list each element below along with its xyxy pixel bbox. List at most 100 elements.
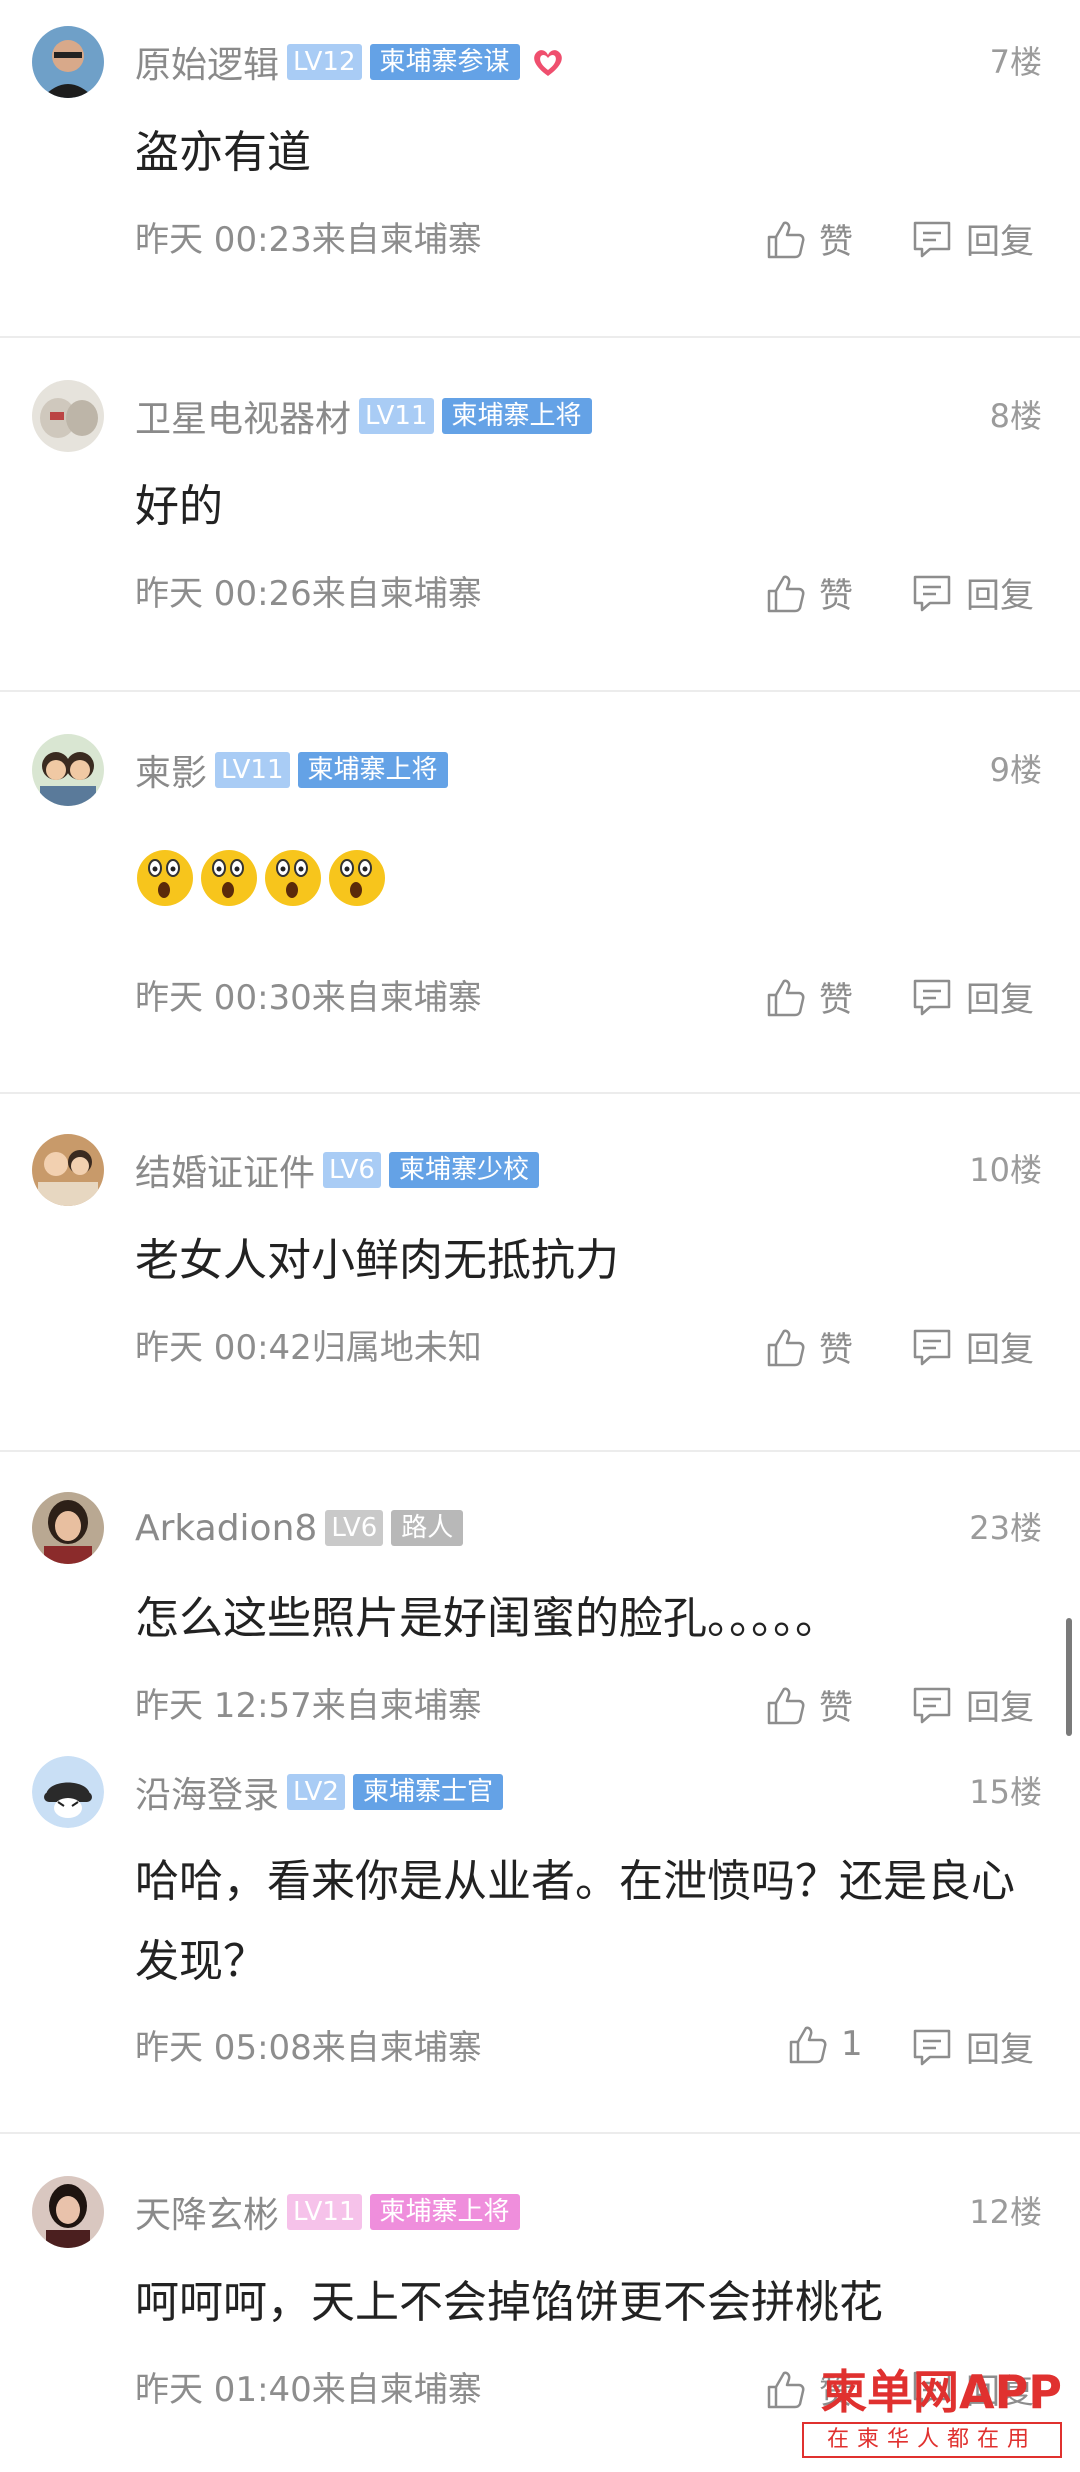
like-button[interactable]: 1 [785, 2022, 863, 2066]
username[interactable]: 结婚证证件 [135, 1144, 315, 1196]
username[interactable]: 卫星电视器材 [135, 390, 351, 442]
floor-number: 7楼 [989, 43, 1042, 81]
floor-number: 9楼 [989, 751, 1042, 789]
comment-time: 昨天 12:57来自柬埔寨 [135, 1686, 482, 1726]
comment-bubble-icon [913, 979, 951, 1015]
username[interactable]: Arkadion8 [135, 1508, 317, 1549]
thumbs-up-icon [767, 575, 805, 612]
watermark-title: 柬单网APP [820, 2365, 1062, 2419]
surprised-face-emoji-icon [137, 850, 193, 906]
thumbs-up-icon [789, 2026, 827, 2064]
username[interactable]: 柬影 [135, 744, 207, 796]
like-label: 赞 [819, 576, 853, 616]
comment-bubble-icon [913, 1329, 951, 1365]
comment-text: 哈哈，看来你是从业者。在泄愤吗？还是良心发现？ [135, 1856, 1015, 1987]
like-button[interactable]: 赞 [763, 214, 853, 263]
divider [0, 1092, 1080, 1094]
like-button[interactable]: 赞 [763, 1680, 853, 1729]
reply-label: 回复 [966, 1688, 1034, 1728]
comment-bubble-icon [913, 1687, 951, 1723]
username[interactable]: 天降玄彬 [135, 2186, 279, 2238]
thumbs-up-icon [767, 2371, 805, 2408]
like-button[interactable]: 赞 [763, 1322, 853, 1371]
reply-label: 回复 [966, 576, 1034, 616]
reply-button[interactable]: 回复 [910, 568, 1034, 617]
avatar[interactable] [32, 1492, 104, 1564]
divider [0, 690, 1080, 692]
floor-number: 8楼 [989, 397, 1042, 435]
rank-badge: 柬埔寨少校 [388, 1152, 539, 1188]
comment-text: 呵呵呵，天上不会掉馅饼更不会拼桃花 [135, 2277, 883, 2328]
thumbs-up-icon [767, 221, 805, 258]
like-button[interactable]: 赞 [763, 972, 853, 1021]
divider [0, 2132, 1080, 2134]
rank-badge: 柬埔寨上将 [369, 2194, 520, 2230]
avatar[interactable] [32, 734, 104, 806]
floor-number: 23楼 [969, 1509, 1042, 1547]
rank-badge: 柬埔寨参谋 [369, 44, 520, 80]
comment-time: 昨天 00:23来自柬埔寨 [135, 220, 482, 260]
thumbs-up-icon [767, 1329, 805, 1366]
avatar[interactable] [32, 2176, 104, 2248]
like-button[interactable]: 赞 [763, 568, 853, 617]
comment-time: 昨天 00:26来自柬埔寨 [135, 574, 482, 614]
reply-button[interactable]: 回复 [910, 1680, 1034, 1729]
floor-number: 12楼 [969, 2193, 1042, 2231]
level-badge: LV11 [359, 398, 434, 434]
comment-text: 怎么这些照片是好闺蜜的脸孔。。。。。 [135, 1593, 839, 1644]
thumbs-up-icon [767, 1687, 805, 1724]
surprised-face-emoji-icon [201, 850, 257, 906]
level-badge: LV6 [325, 1510, 384, 1546]
level-badge: LV11 [215, 752, 290, 788]
username[interactable]: 原始逻辑 [135, 36, 279, 88]
reply-label: 回复 [966, 222, 1034, 262]
emoji-row [135, 840, 391, 910]
thumbs-up-icon [767, 979, 805, 1016]
divider [0, 1450, 1080, 1452]
rank-badge: 路人 [391, 1510, 464, 1546]
comment-bubble-icon [913, 575, 951, 611]
reply-button[interactable]: 回复 [910, 1322, 1034, 1371]
like-label: 赞 [819, 1330, 853, 1370]
avatar[interactable] [32, 380, 104, 452]
reply-label: 回复 [966, 980, 1034, 1020]
like-label: 赞 [819, 1688, 853, 1728]
comment-time: 昨天 01:40来自柬埔寨 [135, 2370, 482, 2410]
comment-bubble-icon [913, 2029, 951, 2065]
reply-button[interactable]: 回复 [910, 214, 1034, 263]
level-badge: LV6 [323, 1152, 381, 1188]
reply-button[interactable]: 回复 [910, 972, 1034, 1021]
watermark-slogan: 在柬华人都在用 [802, 2422, 1062, 2458]
reply-label: 回复 [966, 1330, 1034, 1370]
comment-text: 盗亦有道 [135, 127, 311, 178]
like-label: 赞 [819, 222, 853, 262]
comment-time: 昨天 05:08来自柬埔寨 [135, 2028, 482, 2068]
avatar[interactable] [32, 1756, 104, 1828]
comment-text: 老女人对小鲜肉无抵抗力 [135, 1235, 619, 1286]
surprised-face-emoji-icon [265, 850, 321, 906]
heart-badge-icon [533, 50, 562, 76]
floor-number: 15楼 [969, 1773, 1042, 1811]
avatar[interactable] [32, 1134, 104, 1206]
comment-bubble-icon [913, 221, 951, 257]
level-badge: LV12 [287, 44, 362, 80]
divider [0, 336, 1080, 338]
comment-time: 昨天 00:30来自柬埔寨 [135, 978, 482, 1018]
surprised-face-emoji-icon [329, 850, 385, 906]
username[interactable]: 沿海登录 [135, 1766, 279, 1818]
comment-time: 昨天 00:42归属地未知 [135, 1328, 482, 1368]
rank-badge: 柬埔寨士官 [352, 1774, 503, 1810]
reply-button[interactable]: 回复 [910, 2022, 1034, 2071]
level-badge: LV2 [287, 1774, 345, 1810]
rank-badge: 柬埔寨上将 [441, 398, 592, 434]
like-label: 赞 [819, 980, 853, 1020]
reply-label: 回复 [966, 2030, 1034, 2070]
comment-text: 好的 [135, 481, 223, 532]
scrollbar[interactable] [1066, 1618, 1072, 1736]
watermark-logo: 柬单网APP 在柬华人都在用 [802, 2364, 1062, 2464]
rank-badge: 柬埔寨上将 [297, 752, 448, 788]
like-count: 1 [841, 2024, 863, 2064]
level-badge: LV11 [287, 2194, 362, 2230]
floor-number: 10楼 [969, 1151, 1042, 1189]
avatar[interactable] [32, 26, 104, 98]
